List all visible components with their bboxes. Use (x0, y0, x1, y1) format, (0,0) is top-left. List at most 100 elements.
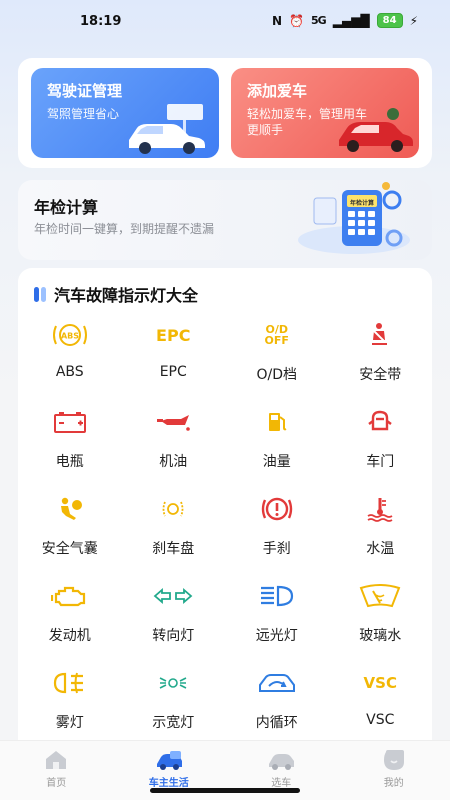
light-label: 雾灯 (55, 715, 84, 731)
vsc-icon: VSC (364, 668, 397, 698)
red-car-illustration (339, 108, 413, 152)
handbrake-icon (259, 494, 295, 524)
light-item-handbrake[interactable]: 手刹 (225, 490, 329, 577)
seatbelt-icon (367, 320, 393, 350)
car-life-icon (156, 751, 182, 770)
calculator-badge-text: 年检计算 (349, 200, 374, 207)
warning-lights-grid: ABS ABS EPC EPC O/D OFF O/D档 安全带 电瓶 机油 油… (18, 316, 432, 751)
light-item-fuel[interactable]: 油量 (225, 403, 329, 490)
light-label: 机油 (159, 454, 188, 470)
network-label: 5G (311, 14, 327, 27)
abs-glyph: ABS (61, 332, 79, 341)
add-car-title: 添加爱车 (247, 82, 308, 100)
width-light-icon (157, 668, 189, 698)
fuel-pump-icon (264, 407, 290, 437)
light-item-door[interactable]: 车门 (329, 403, 433, 490)
light-item-seatbelt[interactable]: 安全带 (329, 316, 433, 403)
annual-check-subtitle: 年检时间一键算，到期提醒不遗漏 (34, 222, 215, 236)
od-glyph-bottom: OFF (264, 334, 289, 347)
light-label: 内循环 (255, 715, 298, 731)
light-item-airbag[interactable]: 安全气囊 (18, 490, 122, 577)
light-item-washer[interactable]: 玻璃水 (329, 577, 433, 664)
signal-icon: ▂▄▆█ (332, 13, 370, 28)
home-icon (46, 751, 67, 769)
light-item-od[interactable]: O/D OFF O/D档 (225, 316, 329, 403)
choose-car-icon (269, 754, 295, 770)
add-car-card[interactable]: 添加爱车 轻松加爱车，管理用车更顺手 (231, 68, 419, 158)
turn-signal-icon (153, 581, 193, 611)
engine-icon (50, 581, 89, 611)
light-label: 油量 (262, 454, 291, 470)
epc-icon: EPC (156, 320, 190, 350)
light-label: 发动机 (48, 628, 91, 644)
light-item-brake-disc[interactable]: 刹车盘 (122, 490, 226, 577)
system-home-indicator[interactable] (150, 788, 300, 793)
light-label: 转向灯 (152, 628, 195, 644)
light-label: 玻璃水 (359, 628, 402, 644)
alarm-icon: ⏰ (289, 13, 305, 28)
light-label: O/D档 (256, 367, 298, 383)
oil-can-icon (155, 407, 191, 437)
car-door-icon (367, 407, 393, 437)
annual-check-title: 年检计算 (34, 198, 99, 217)
nav-home-label: 首页 (46, 778, 67, 789)
light-label: 示宽灯 (152, 715, 195, 731)
high-beam-icon (258, 581, 296, 611)
annual-check-card[interactable]: 年检计算 年检时间一键算，到期提醒不遗漏 年检计算 (18, 180, 432, 260)
nav-choose-car-label: 选车 (271, 778, 292, 789)
coolant-temp-icon (365, 494, 395, 524)
light-label: 远光灯 (255, 628, 298, 644)
light-item-recirculation[interactable]: 内循环 (225, 664, 329, 751)
od-off-icon: O/D OFF (265, 320, 289, 350)
nfc-icon: N (272, 13, 283, 28)
section-header: 汽车故障指示灯大全 (34, 282, 198, 306)
license-management-card[interactable]: 驾驶证管理 驾照管理省心 (31, 68, 219, 158)
epc-glyph: EPC (156, 325, 191, 345)
light-label: 水温 (366, 541, 395, 557)
light-item-coolant[interactable]: 水温 (329, 490, 433, 577)
status-icons: N ⏰ 5G ▂▄▆█ 84 ⚡ (272, 13, 418, 28)
car-with-sign-illustration (129, 104, 205, 154)
status-time: 18:19 (80, 14, 122, 29)
light-label: 刹车盘 (152, 541, 195, 557)
fog-light-icon (51, 668, 89, 698)
light-label: 电瓶 (55, 454, 84, 470)
nav-profile[interactable]: 我的 (338, 741, 450, 800)
section-marker-icon (34, 286, 46, 302)
light-label: ABS (55, 364, 84, 380)
light-label: 车门 (366, 454, 395, 470)
light-item-vsc[interactable]: VSC VSC (329, 664, 433, 751)
light-item-turn-signal[interactable]: 转向灯 (122, 577, 226, 664)
section-title: 汽车故障指示灯大全 (54, 286, 199, 305)
light-item-fog-light[interactable]: 雾灯 (18, 664, 122, 751)
battery-icon (52, 407, 88, 437)
light-item-abs[interactable]: ABS ABS (18, 316, 122, 403)
light-item-width-light[interactable]: 示宽灯 (122, 664, 226, 751)
warning-lights-section: 汽车故障指示灯大全 ABS ABS EPC EPC O/D OFF O/D档 安… (18, 268, 432, 748)
light-label: EPC (159, 364, 187, 380)
vsc-glyph: VSC (363, 674, 397, 692)
light-item-engine[interactable]: 发动机 (18, 577, 122, 664)
light-item-high-beam[interactable]: 远光灯 (225, 577, 329, 664)
light-label: 安全气囊 (41, 541, 98, 557)
promo-card: 驾驶证管理 驾照管理省心 添加爱车 轻松加爱车，管理用车更顺手 (18, 58, 432, 168)
brake-disc-icon (159, 494, 187, 524)
calculator-illustration (298, 182, 410, 254)
license-management-title: 驾驶证管理 (47, 82, 123, 100)
airbag-icon (56, 494, 84, 524)
recirculation-icon (257, 668, 297, 698)
nav-home[interactable]: 首页 (0, 741, 113, 800)
abs-icon: ABS (50, 320, 90, 350)
light-item-epc[interactable]: EPC EPC (122, 316, 226, 403)
battery-indicator: 84 (376, 13, 403, 28)
nav-car-life-label: 车主生活 (148, 778, 189, 789)
profile-icon (383, 750, 404, 770)
charging-icon: ⚡ (409, 13, 418, 28)
light-label: 手刹 (262, 541, 291, 557)
washer-fluid-icon (358, 581, 402, 611)
light-item-battery[interactable]: 电瓶 (18, 403, 122, 490)
light-label: VSC (366, 712, 395, 728)
nav-profile-label: 我的 (383, 778, 404, 789)
status-bar: 18:19 N ⏰ 5G ▂▄▆█ 84 ⚡ (0, 0, 450, 44)
light-item-oil[interactable]: 机油 (122, 403, 226, 490)
